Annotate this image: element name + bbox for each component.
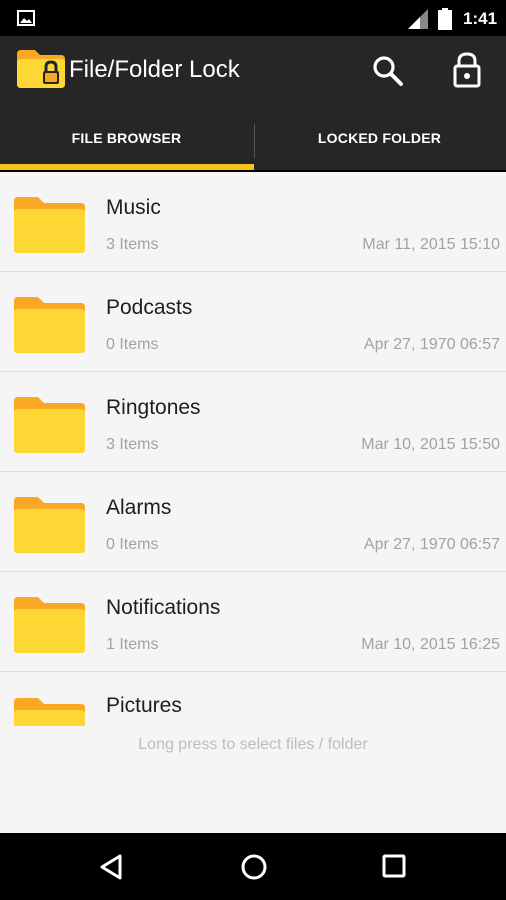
lock-icon[interactable]	[448, 51, 486, 89]
modified-date: Mar 10, 2015 16:25	[361, 636, 500, 653]
folder-icon	[14, 497, 85, 553]
modified-date: Apr 27, 1970 06:57	[363, 536, 500, 553]
tab-file-browser[interactable]: FILE BROWSER	[0, 120, 253, 170]
item-count: 3 Items	[106, 436, 159, 453]
modified-date: Mar 11, 2015 15:10	[362, 236, 500, 253]
hint-text: Long press to select files / folder	[138, 736, 368, 753]
folder-lock-icon	[17, 50, 65, 88]
home-icon[interactable]	[238, 851, 270, 883]
navigation-bar	[0, 833, 506, 900]
modified-date: Mar 10, 2015 15:50	[361, 436, 500, 453]
folder-name: Alarms	[106, 496, 172, 519]
folder-name: Pictures	[106, 694, 182, 717]
folder-list: Music 3 Items Mar 11, 2015 15:10 Podcast…	[0, 172, 506, 833]
list-item[interactable]: Pictures	[0, 672, 506, 732]
signal-icon	[408, 9, 428, 29]
tab-locked-folder[interactable]: LOCKED FOLDER	[253, 120, 506, 170]
search-icon[interactable]	[370, 53, 406, 89]
app-bar: File/Folder Lock	[0, 36, 506, 120]
list-item[interactable]: Notifications 1 Items Mar 10, 2015 16:25	[0, 572, 506, 672]
folder-icon	[14, 297, 85, 353]
folder-name: Notifications	[106, 596, 221, 619]
app-title: File/Folder Lock	[69, 56, 240, 83]
list-item[interactable]: Music 3 Items Mar 11, 2015 15:10	[0, 172, 506, 272]
list-item[interactable]: Alarms 0 Items Apr 27, 1970 06:57	[0, 472, 506, 572]
item-count: 0 Items	[106, 536, 159, 553]
folder-name: Ringtones	[106, 396, 201, 419]
item-count: 3 Items	[106, 236, 159, 253]
folder-icon	[14, 597, 85, 653]
status-bar: 1:41	[0, 0, 506, 36]
list-item[interactable]: Ringtones 3 Items Mar 10, 2015 15:50	[0, 372, 506, 472]
status-time: 1:41	[463, 9, 498, 28]
list-item[interactable]: Podcasts 0 Items Apr 27, 1970 06:57	[0, 272, 506, 372]
gallery-icon	[17, 10, 35, 26]
folder-name: Podcasts	[106, 296, 193, 319]
item-count: 1 Items	[106, 636, 159, 653]
folder-icon	[14, 197, 85, 253]
back-icon[interactable]	[96, 851, 128, 883]
item-count: 0 Items	[106, 336, 159, 353]
folder-name: Music	[106, 196, 161, 219]
active-tab-indicator	[0, 164, 254, 170]
folder-icon	[14, 397, 85, 453]
battery-icon	[438, 8, 452, 30]
tab-bar: FILE BROWSER LOCKED FOLDER	[0, 120, 506, 170]
modified-date: Apr 27, 1970 06:57	[363, 336, 500, 353]
folder-icon	[14, 698, 85, 726]
recent-apps-icon[interactable]	[379, 851, 409, 881]
